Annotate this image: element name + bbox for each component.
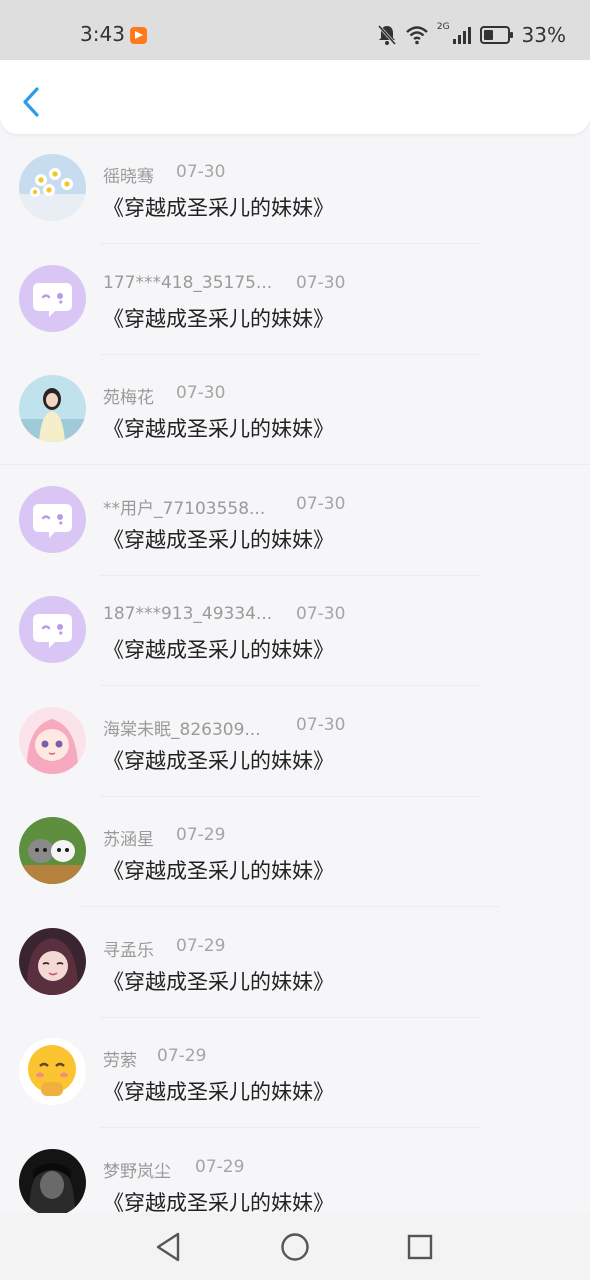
avatar[interactable]: [19, 596, 86, 663]
default-chat-bubble-icon: [19, 485, 86, 553]
dark-character-icon: [19, 1148, 86, 1216]
divider: [0, 464, 590, 465]
signal-icon: [452, 27, 471, 44]
divider: [100, 574, 480, 576]
bell-muted-icon: [377, 25, 396, 45]
app-notification-icon: [130, 27, 147, 44]
timestamp: 07-30: [176, 162, 226, 182]
avatar[interactable]: [19, 1148, 86, 1216]
message-text: 《穿越成圣采儿的妹妹》: [103, 417, 334, 441]
nav-home-button[interactable]: [273, 1225, 317, 1269]
nav-back-button[interactable]: [146, 1225, 190, 1269]
username: 徭晓骞: [103, 167, 154, 187]
divider: [100, 685, 480, 686]
list-item[interactable]: 177***418_35175... 07-30 《穿越成圣采儿的妹妹》: [0, 261, 590, 372]
avatar[interactable]: [19, 485, 86, 553]
battery-percent: 33%: [521, 23, 566, 47]
timestamp: 07-30: [296, 272, 346, 293]
list-item[interactable]: 寻孟乐 07-29 《穿越成圣采儿的妹妹》: [0, 924, 590, 1035]
message-text: 《穿越成圣采儿的妹妹》: [103, 1080, 334, 1104]
avatar[interactable]: [19, 706, 86, 774]
status-bar: 3:43 2G 33%: [0, 0, 590, 60]
timestamp: 07-29: [176, 935, 226, 956]
list-item[interactable]: 苏涵星 07-29 《穿越成圣采儿的妹妹》: [0, 813, 590, 924]
list-item[interactable]: **用户_77103558... 07-30 《穿越成圣采儿的妹妹》: [0, 482, 590, 593]
system-nav-bar: [0, 1213, 590, 1280]
emoji-face-icon: [19, 1038, 86, 1105]
message-text: 《穿越成圣采儿的妹妹》: [103, 306, 334, 331]
username: 187***913_49334...: [103, 604, 273, 624]
timestamp: 07-29: [157, 1046, 207, 1066]
avatar[interactable]: [19, 154, 86, 221]
user-list: 徭晓骞 07-30 《穿越成圣采儿的妹妹》 177***418_35175...…: [0, 150, 590, 1255]
message-text: 《穿越成圣采儿的妹妹》: [103, 1190, 334, 1215]
divider: [80, 906, 500, 907]
username: 苏涵星: [103, 830, 154, 850]
divider: [100, 1127, 480, 1128]
username: 梦野岚尘: [103, 1161, 171, 1182]
username: **用户_77103558...: [103, 498, 266, 519]
timestamp: 07-30: [296, 714, 346, 735]
message-text: 《穿越成圣采儿的妹妹》: [103, 196, 334, 220]
anime-girl-dark-icon: [19, 927, 86, 995]
username: 劳萦: [103, 1051, 137, 1071]
nav-recents-button[interactable]: [398, 1225, 442, 1269]
circle-home-icon: [281, 1233, 309, 1261]
list-item[interactable]: 苑梅花 07-30 《穿越成圣采儿的妹妹》: [0, 371, 590, 482]
divider: [100, 795, 480, 797]
daisy-flowers-icon: [19, 154, 86, 221]
timestamp: 07-30: [176, 383, 226, 403]
network-type-label: 2G: [436, 22, 450, 32]
timestamp: 07-29: [195, 1156, 245, 1177]
divider: [100, 353, 480, 355]
avatar[interactable]: [19, 1038, 86, 1105]
message-text: 《穿越成圣采儿的妹妹》: [103, 527, 334, 552]
status-time: 3:43: [80, 22, 125, 46]
message-text: 《穿越成圣采儿的妹妹》: [103, 748, 334, 773]
timestamp: 07-30: [296, 493, 346, 514]
square-recents-icon: [407, 1234, 433, 1260]
anime-girl-pink-icon: [19, 706, 86, 774]
default-chat-bubble-icon: [19, 264, 86, 332]
timestamp: 07-29: [176, 825, 226, 845]
divider: [100, 1016, 480, 1018]
kittens-basket-icon: [19, 817, 86, 884]
list-item[interactable]: 187***913_49334... 07-30 《穿越成圣采儿的妹妹》: [0, 592, 590, 703]
message-text: 《穿越成圣采儿的妹妹》: [103, 859, 334, 883]
list-item[interactable]: 徭晓骞 07-30 《穿越成圣采儿的妹妹》: [0, 150, 590, 261]
status-icons: 2G 33%: [377, 22, 566, 47]
timestamp: 07-30: [296, 604, 346, 624]
battery-icon: [479, 26, 513, 44]
avatar[interactable]: [19, 264, 86, 332]
avatar[interactable]: [19, 375, 86, 442]
girl-photo-icon: [19, 375, 86, 442]
username: 寻孟乐: [103, 940, 154, 961]
username: 177***418_35175...: [103, 272, 273, 293]
chevron-left-icon: [23, 87, 39, 117]
triangle-back-icon: [156, 1232, 180, 1262]
avatar[interactable]: [19, 817, 86, 884]
message-text: 《穿越成圣采儿的妹妹》: [103, 969, 334, 994]
header-bar: [0, 60, 590, 134]
divider: [100, 243, 480, 244]
default-chat-bubble-icon: [19, 596, 86, 663]
list-item[interactable]: 劳萦 07-29 《穿越成圣采儿的妹妹》: [0, 1034, 590, 1145]
back-button[interactable]: [16, 84, 46, 120]
message-text: 《穿越成圣采儿的妹妹》: [103, 638, 334, 662]
username: 苑梅花: [103, 388, 154, 408]
wifi-icon: [406, 26, 428, 45]
avatar[interactable]: [19, 927, 86, 995]
username: 海棠未眠_826309...: [103, 719, 261, 740]
list-item[interactable]: 海棠未眠_826309... 07-30 《穿越成圣采儿的妹妹》: [0, 703, 590, 814]
